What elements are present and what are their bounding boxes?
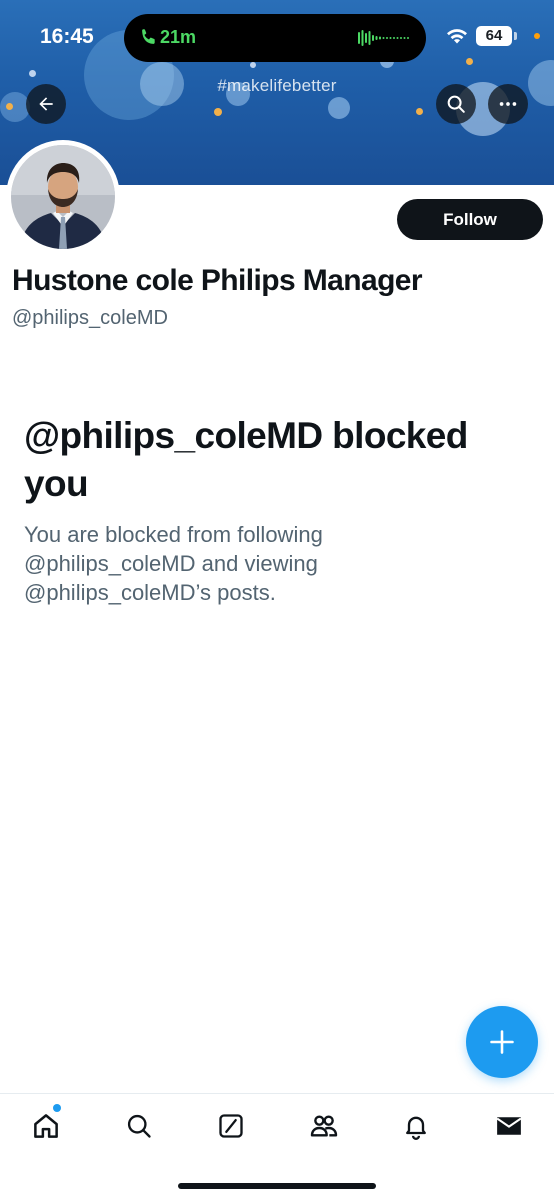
home-icon [34, 1114, 58, 1138]
phone-icon [142, 29, 155, 44]
tab-communities[interactable] [306, 1108, 342, 1144]
battery-icon: 64 [476, 26, 512, 46]
plus-icon [490, 1030, 514, 1054]
status-bar: 16:45 21m 64 [0, 0, 554, 72]
privacy-indicator-dot [534, 33, 540, 39]
call-duration: 21m [160, 27, 197, 47]
wifi-icon [447, 29, 467, 44]
tab-notifications[interactable] [398, 1108, 434, 1144]
home-indicator [178, 1183, 376, 1189]
tab-messages[interactable] [491, 1108, 527, 1144]
more-options-button[interactable] [488, 84, 528, 124]
tab-grok[interactable] [213, 1108, 249, 1144]
bell-icon [406, 1116, 426, 1140]
people-icon [310, 1115, 338, 1137]
tab-search[interactable] [121, 1108, 157, 1144]
back-button[interactable] [26, 84, 66, 124]
search-icon [127, 1114, 151, 1138]
envelope-icon [496, 1117, 522, 1135]
battery-level: 64 [485, 27, 503, 44]
profile-handle: @philips_coleMD [12, 307, 168, 329]
status-time: 16:45 [40, 25, 94, 48]
blocked-title: @philips_coleMD blocked you [24, 415, 468, 504]
battery-cap [514, 32, 517, 40]
profile-display-name: Hustone cole Philips Manager [12, 264, 423, 297]
search-icon [447, 95, 465, 113]
waveform-icon [358, 30, 409, 46]
more-icon [499, 102, 517, 106]
compose-post-button[interactable] [466, 1006, 538, 1078]
follow-button[interactable]: Follow [397, 199, 543, 240]
slash-box-icon [219, 1114, 243, 1138]
avatar-photo [11, 145, 115, 249]
tab-home[interactable] [28, 1108, 64, 1144]
back-arrow-icon [39, 97, 53, 111]
search-button[interactable] [436, 84, 476, 124]
avatar[interactable] [6, 140, 120, 254]
blocked-description: You are blocked from following @philips_… [24, 522, 323, 605]
home-notification-dot [53, 1104, 61, 1112]
dynamic-island[interactable]: 21m [124, 14, 426, 62]
